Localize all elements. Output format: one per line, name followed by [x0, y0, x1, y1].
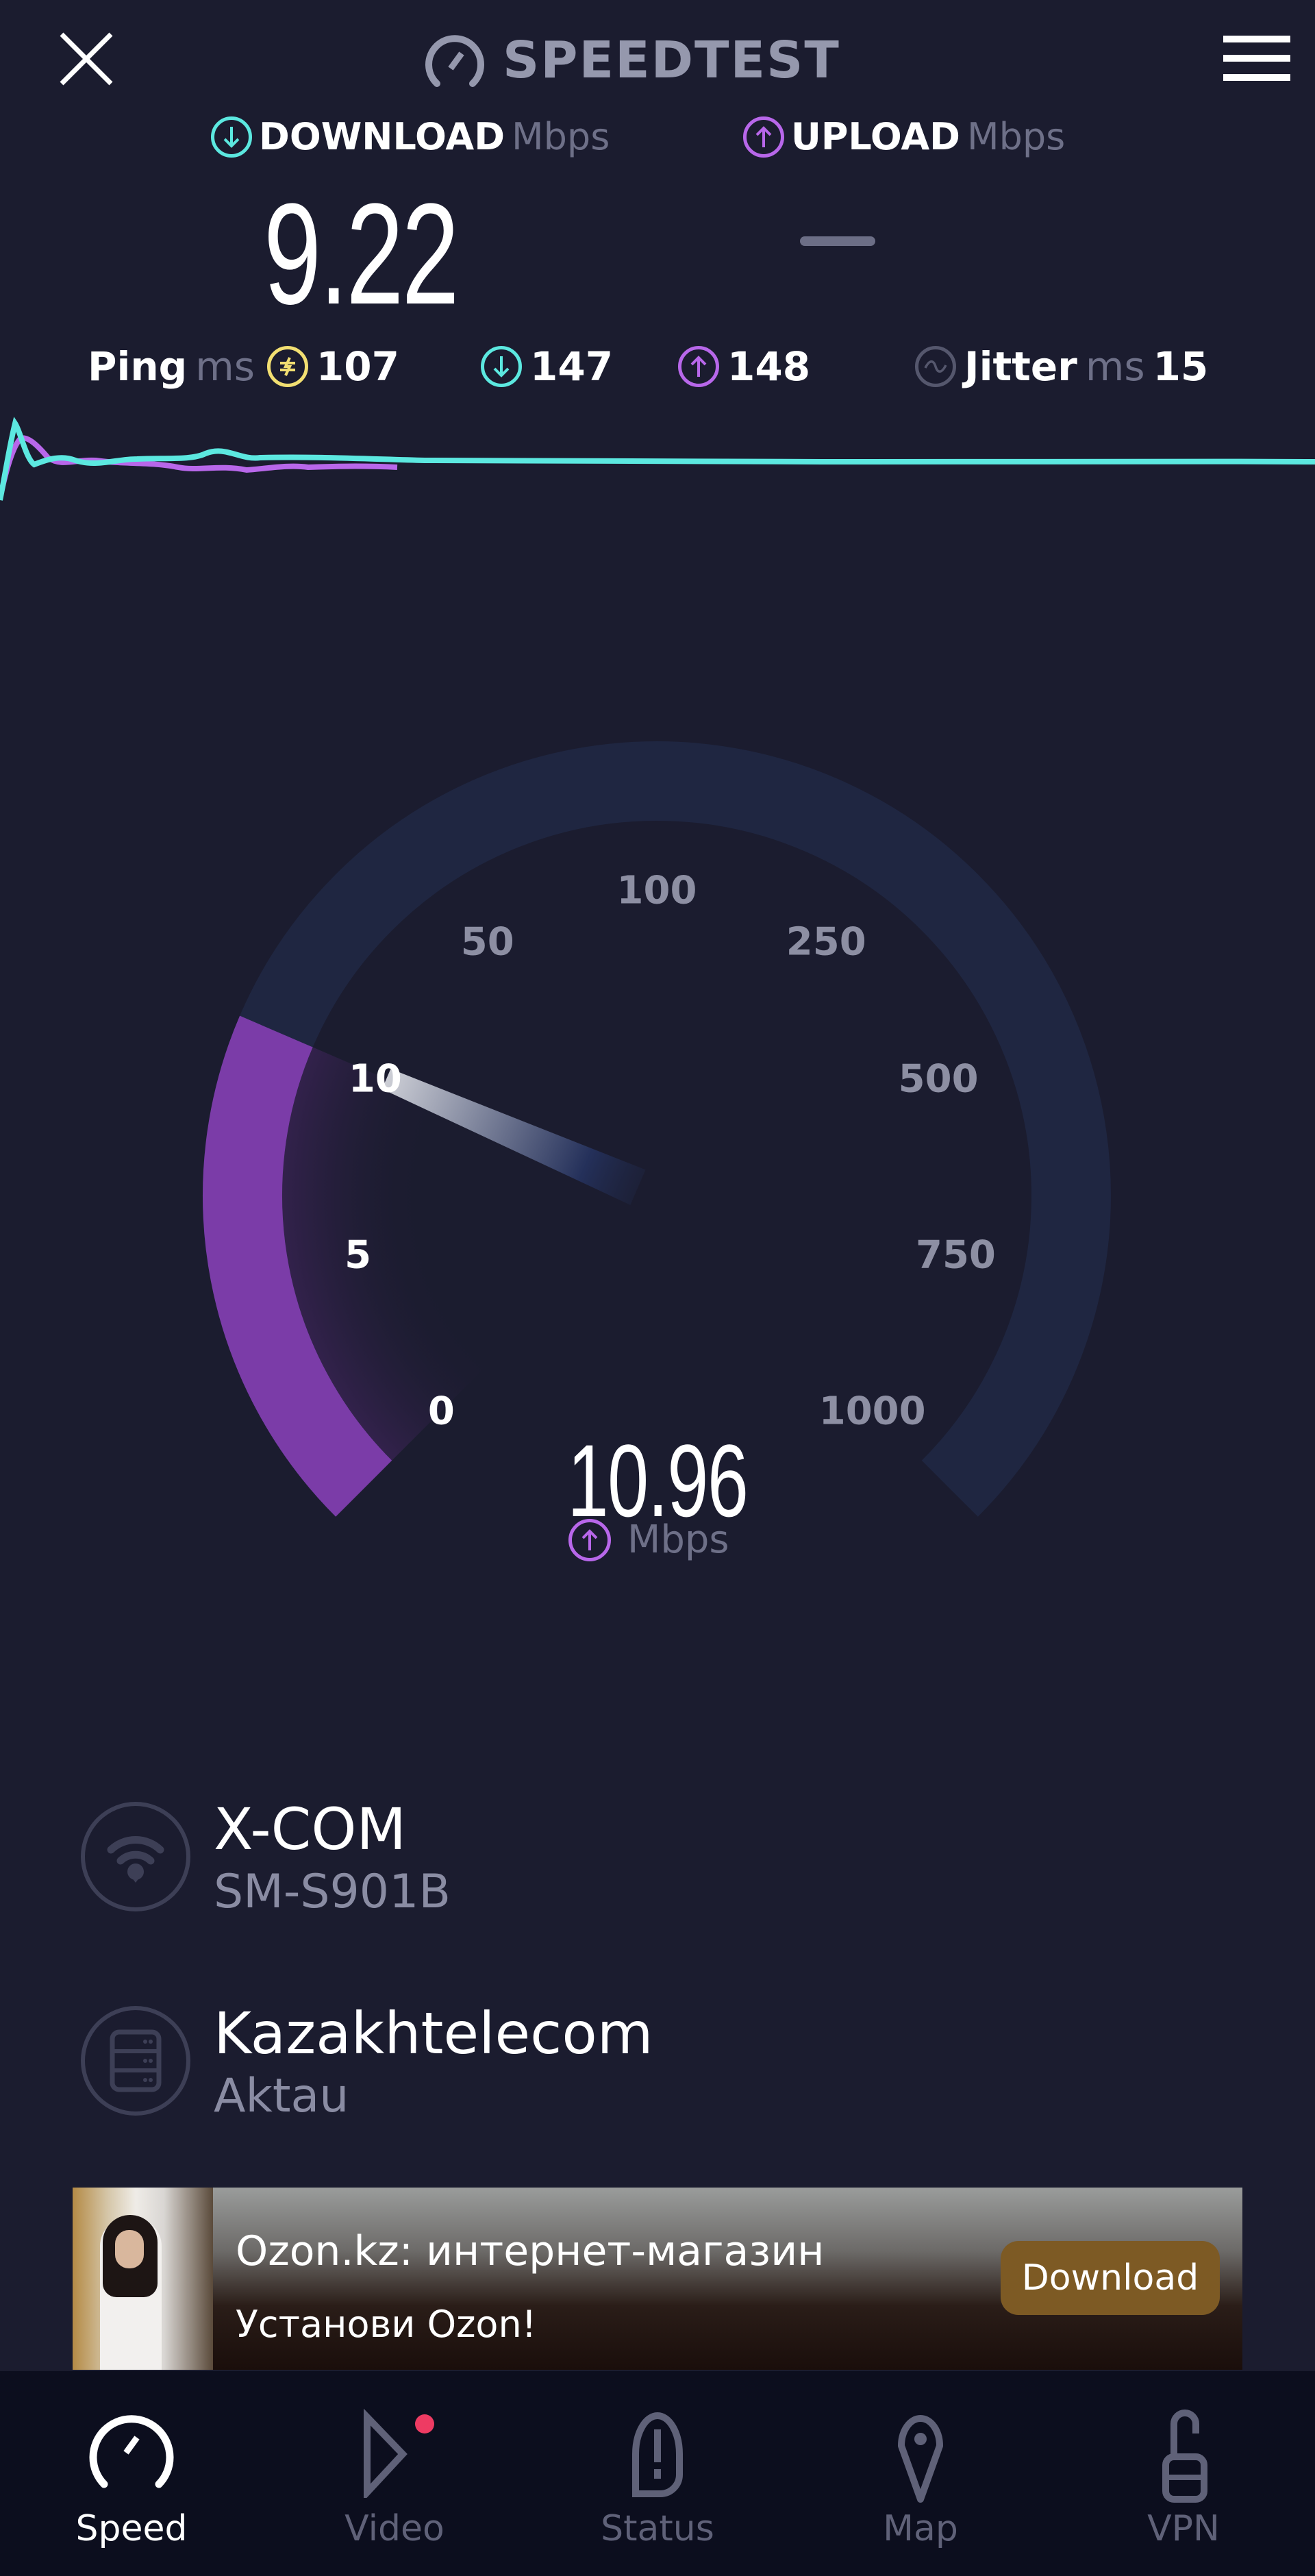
bottom-navigation: Speed Video Status Map VPN [0, 2371, 1315, 2576]
nav-vpn-label: VPN [1147, 2508, 1220, 2549]
nav-video-label: Video [345, 2508, 444, 2549]
speed-history-graph [0, 417, 1315, 501]
upload-arrow-icon [743, 116, 784, 158]
nav-vpn[interactable]: VPN [1052, 2371, 1315, 2576]
jitter-label: Jitter [964, 343, 1077, 390]
ad-image [73, 2188, 213, 2370]
gauge-tick-5: 5 [345, 1233, 372, 1278]
gauge-tick-10: 10 [348, 1056, 402, 1102]
nav-map[interactable]: Map [789, 2371, 1052, 2576]
gauge-tick-1000: 1000 [818, 1389, 926, 1434]
close-button[interactable] [58, 30, 115, 88]
unlock-icon [1162, 2410, 1207, 2503]
provider-info[interactable]: X-COM SM-S901B [81, 1795, 451, 1921]
ping-upload-icon [678, 346, 719, 387]
gauge-tick-500: 500 [898, 1056, 979, 1102]
upload-header: UPLOAD Mbps [743, 115, 1065, 158]
gauge-tick-0: 0 [427, 1389, 455, 1434]
ping-download-icon [481, 346, 522, 387]
alert-status-icon [632, 2412, 683, 2497]
gauge-tick-50: 50 [460, 919, 514, 965]
gauge-needle [381, 1069, 646, 1205]
device-name: SM-S901B [214, 1865, 451, 1919]
ping-upload-value: 148 [727, 343, 811, 390]
speedtest-logo: SPEEDTEST [425, 26, 840, 95]
ping-label: Ping [88, 343, 188, 390]
download-history-line [0, 417, 1315, 501]
nav-video[interactable]: Video [263, 2371, 526, 2576]
ping-idle-value: 107 [316, 343, 399, 390]
ping-idle-icon [266, 346, 308, 387]
download-unit: Mbps [512, 115, 610, 158]
download-header: DOWNLOAD Mbps [211, 115, 610, 158]
jitter-wave-icon [915, 346, 956, 387]
upload-value-placeholder [800, 236, 875, 246]
ad-download-button[interactable]: Download [1001, 2241, 1220, 2315]
gauge-inner-glow [281, 1047, 490, 1461]
nav-status[interactable]: Status [526, 2371, 789, 2576]
server-info[interactable]: Kazakhtelecom Aktau [81, 1999, 653, 2125]
gauge-tick-250: 250 [786, 919, 866, 965]
ping-download-value: 147 [530, 343, 614, 390]
gauge-tick-750: 750 [915, 1233, 996, 1278]
ping-upload-group: 148 [678, 336, 810, 397]
upload-label: UPLOAD [791, 115, 960, 158]
ad-title: Ozon.kz: интернет-магазин [236, 2227, 825, 2275]
download-arrow-icon [211, 116, 252, 158]
jitter-unit: ms [1085, 343, 1145, 390]
map-pin-icon [898, 2415, 943, 2503]
gauge-tick-100: 100 [616, 868, 697, 913]
upload-history-line [0, 435, 398, 499]
download-label: DOWNLOAD [259, 115, 505, 158]
ad-banner[interactable]: Ozon.kz: интернет-магазин Установи Ozon!… [73, 2188, 1242, 2370]
server-location: Aktau [214, 2069, 349, 2123]
speedometer-icon [89, 2415, 174, 2488]
nav-map-label: Map [883, 2508, 958, 2549]
upload-unit: Mbps [966, 115, 1066, 158]
play-icon [364, 2409, 434, 2498]
provider-name: X-COM [214, 1796, 406, 1863]
ping-download-group: 147 [481, 336, 613, 397]
app-title: SPEEDTEST [503, 31, 840, 90]
speedometer-logo-icon [425, 35, 484, 87]
video-notification-badge [415, 2414, 434, 2433]
ping-unit: ms [195, 343, 255, 390]
download-value: 9.22 [264, 173, 460, 334]
hamburger-menu-icon [1223, 36, 1290, 81]
nav-speed[interactable]: Speed [0, 2371, 263, 2576]
server-icon-badge [81, 2006, 190, 2116]
server-name: Kazakhtelecom [214, 2000, 653, 2067]
jitter-group: Jitter ms 15 [915, 336, 1208, 397]
wifi-icon [107, 1836, 164, 1883]
ping-row: Ping ms 107 147 148 Jitter ms 15 [0, 336, 1315, 397]
nav-speed-label: Speed [75, 2508, 188, 2549]
ping-label-group: Ping ms 107 [88, 336, 399, 397]
gauge-unit: Mbps [627, 1518, 729, 1562]
menu-button[interactable] [1223, 34, 1290, 82]
jitter-value: 15 [1153, 343, 1209, 390]
close-icon [60, 32, 113, 86]
server-icon [110, 2029, 162, 2092]
nav-status-label: Status [601, 2508, 714, 2549]
gauge-unit-group: Mbps [568, 1518, 729, 1562]
wifi-icon-badge [81, 1802, 190, 1911]
gauge-upload-icon [568, 1518, 611, 1561]
ad-subtitle: Установи Ozon! [236, 2303, 537, 2346]
